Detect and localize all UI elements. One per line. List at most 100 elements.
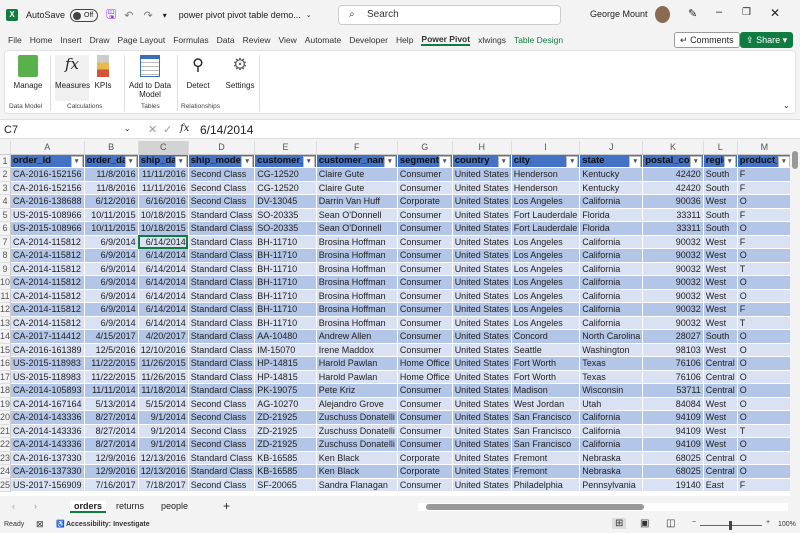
tab-home[interactable]: Home (30, 35, 53, 45)
cell[interactable]: Standard Class (188, 316, 256, 330)
cell[interactable]: 6/12/2016 (84, 194, 139, 209)
header-cell-filter[interactable]: customer_id (254, 154, 317, 168)
cell[interactable]: 11/22/2015 (84, 370, 139, 384)
tab-xlwings[interactable]: xlwings (478, 35, 506, 45)
header-cell-filter[interactable]: order_date (84, 154, 139, 168)
cell[interactable]: SF-20065 (254, 478, 317, 492)
sheet-tab-orders[interactable]: orders (70, 501, 107, 513)
cell[interactable]: 28027 (642, 329, 704, 344)
sheet-tab-returns[interactable]: returns (116, 501, 144, 511)
name-box[interactable]: C7 (4, 122, 132, 138)
cell[interactable]: Fort Worth (511, 356, 581, 371)
cell[interactable]: Irene Maddox (316, 343, 398, 357)
cell[interactable]: Central (703, 383, 738, 398)
cell[interactable]: San Francisco (511, 424, 581, 438)
cell[interactable]: BH-11710 (254, 289, 317, 303)
cell[interactable]: Sean O'Donnell (316, 208, 398, 222)
cell[interactable]: 5/15/2014 (138, 397, 189, 411)
cell[interactable]: Standard Class (188, 464, 256, 479)
cell[interactable]: Brosina Hoffman (316, 248, 398, 263)
cell[interactable]: 10/18/2015 (138, 208, 189, 222)
cell[interactable]: 6/9/2014 (84, 275, 139, 290)
chevron-down-icon[interactable]: ⌄ (124, 124, 131, 133)
cell[interactable]: West (703, 235, 738, 249)
cell[interactable]: 94109 (642, 437, 704, 452)
tab-automate[interactable]: Automate (305, 35, 341, 45)
cell[interactable]: 10/18/2015 (138, 221, 189, 236)
manage-button[interactable]: Manage (11, 55, 45, 90)
cell[interactable]: Standard Class (188, 235, 256, 249)
cell[interactable]: Central (703, 370, 738, 384)
tab-view[interactable]: View (279, 35, 297, 45)
cancel-icon[interactable]: ✕ (148, 123, 157, 136)
header-cell-filter[interactable]: country (452, 154, 512, 168)
cell[interactable]: CA-2014-105893 (10, 383, 85, 398)
accessibility-status[interactable]: Accessibility: Investigate (66, 521, 150, 528)
cell[interactable]: Florida (579, 208, 644, 222)
cell[interactable]: 6/9/2014 (84, 316, 139, 330)
row-header[interactable]: 22 (0, 437, 11, 452)
cell[interactable]: Consumer (397, 289, 453, 303)
cell[interactable]: Brosina Hoffman (316, 235, 398, 249)
cell[interactable]: Nebraska (579, 451, 644, 465)
cell[interactable]: North Carolina (579, 329, 644, 344)
cell[interactable]: 11/8/2016 (84, 181, 139, 195)
cell[interactable]: 6/14/2014 (138, 262, 189, 276)
detect-button[interactable]: ⚲ Detect (183, 55, 213, 90)
cell[interactable]: California (579, 424, 644, 438)
cell[interactable]: California (579, 262, 644, 276)
cell[interactable]: Sandra Flanagan (316, 478, 398, 492)
cell[interactable]: PK-19075 (254, 383, 317, 398)
cell[interactable]: O (737, 329, 790, 344)
row-header[interactable]: 14 (0, 329, 11, 344)
enter-icon[interactable]: ✓ (163, 123, 172, 136)
column-header[interactable]: C (138, 141, 189, 155)
cell[interactable]: BH-11710 (254, 235, 317, 249)
tab-review[interactable]: Review (243, 35, 271, 45)
cell[interactable]: O (737, 410, 790, 425)
cell[interactable]: Texas (579, 356, 644, 371)
cell[interactable]: CA-2017-114412 (10, 329, 85, 344)
cell[interactable]: 6/9/2014 (84, 248, 139, 263)
column-header[interactable]: H (452, 141, 512, 155)
autosave-toggle[interactable]: Off (70, 8, 99, 22)
cell[interactable]: 6/14/2014 (138, 289, 189, 303)
cell[interactable]: Standard Class (188, 262, 256, 276)
cell[interactable]: CA-2014-143336 (10, 424, 85, 438)
cell[interactable]: Philadelphia (511, 478, 581, 492)
cell[interactable]: T (737, 262, 790, 276)
cell[interactable]: Madison (511, 383, 581, 398)
cell[interactable]: Fremont (511, 451, 581, 465)
cell[interactable]: 8/27/2014 (84, 410, 139, 425)
cell[interactable]: O (737, 383, 790, 398)
cell[interactable]: United States (452, 248, 512, 263)
cell[interactable]: CA-2014-143336 (10, 437, 85, 452)
cell[interactable]: 11/22/2015 (84, 356, 139, 371)
cell[interactable]: Claire Gute (316, 167, 398, 182)
cell[interactable]: United States (452, 275, 512, 290)
cell[interactable]: AA-10480 (254, 329, 317, 344)
settings-button[interactable]: ⚙ Settings (223, 55, 257, 90)
cell[interactable]: US-2017-156909 (10, 478, 85, 492)
cell[interactable]: United States (452, 424, 512, 438)
cell[interactable]: Second Class (188, 167, 256, 182)
cell[interactable]: California (579, 437, 644, 452)
search-input[interactable]: ⌕ Search (338, 5, 561, 25)
cell[interactable]: United States (452, 370, 512, 384)
cell[interactable]: West (703, 410, 738, 425)
cell[interactable]: San Francisco (511, 437, 581, 452)
cell[interactable]: California (579, 302, 644, 317)
cell[interactable]: US-2015-118983 (10, 370, 85, 384)
cell[interactable]: O (737, 397, 790, 411)
undo-icon[interactable]: ↶ (124, 9, 133, 22)
column-header[interactable]: M (737, 141, 790, 155)
cell[interactable]: United States (452, 289, 512, 303)
cell[interactable]: O (737, 194, 790, 209)
cell[interactable]: DV-13045 (254, 194, 317, 209)
cell[interactable]: 11/11/2016 (138, 167, 189, 182)
cell[interactable]: Harold Pawlan (316, 356, 398, 371)
row-header[interactable]: 5 (0, 208, 11, 222)
cell[interactable]: O (737, 343, 790, 357)
cell[interactable]: Henderson (511, 181, 581, 195)
tab-draw[interactable]: Draw (90, 35, 110, 45)
